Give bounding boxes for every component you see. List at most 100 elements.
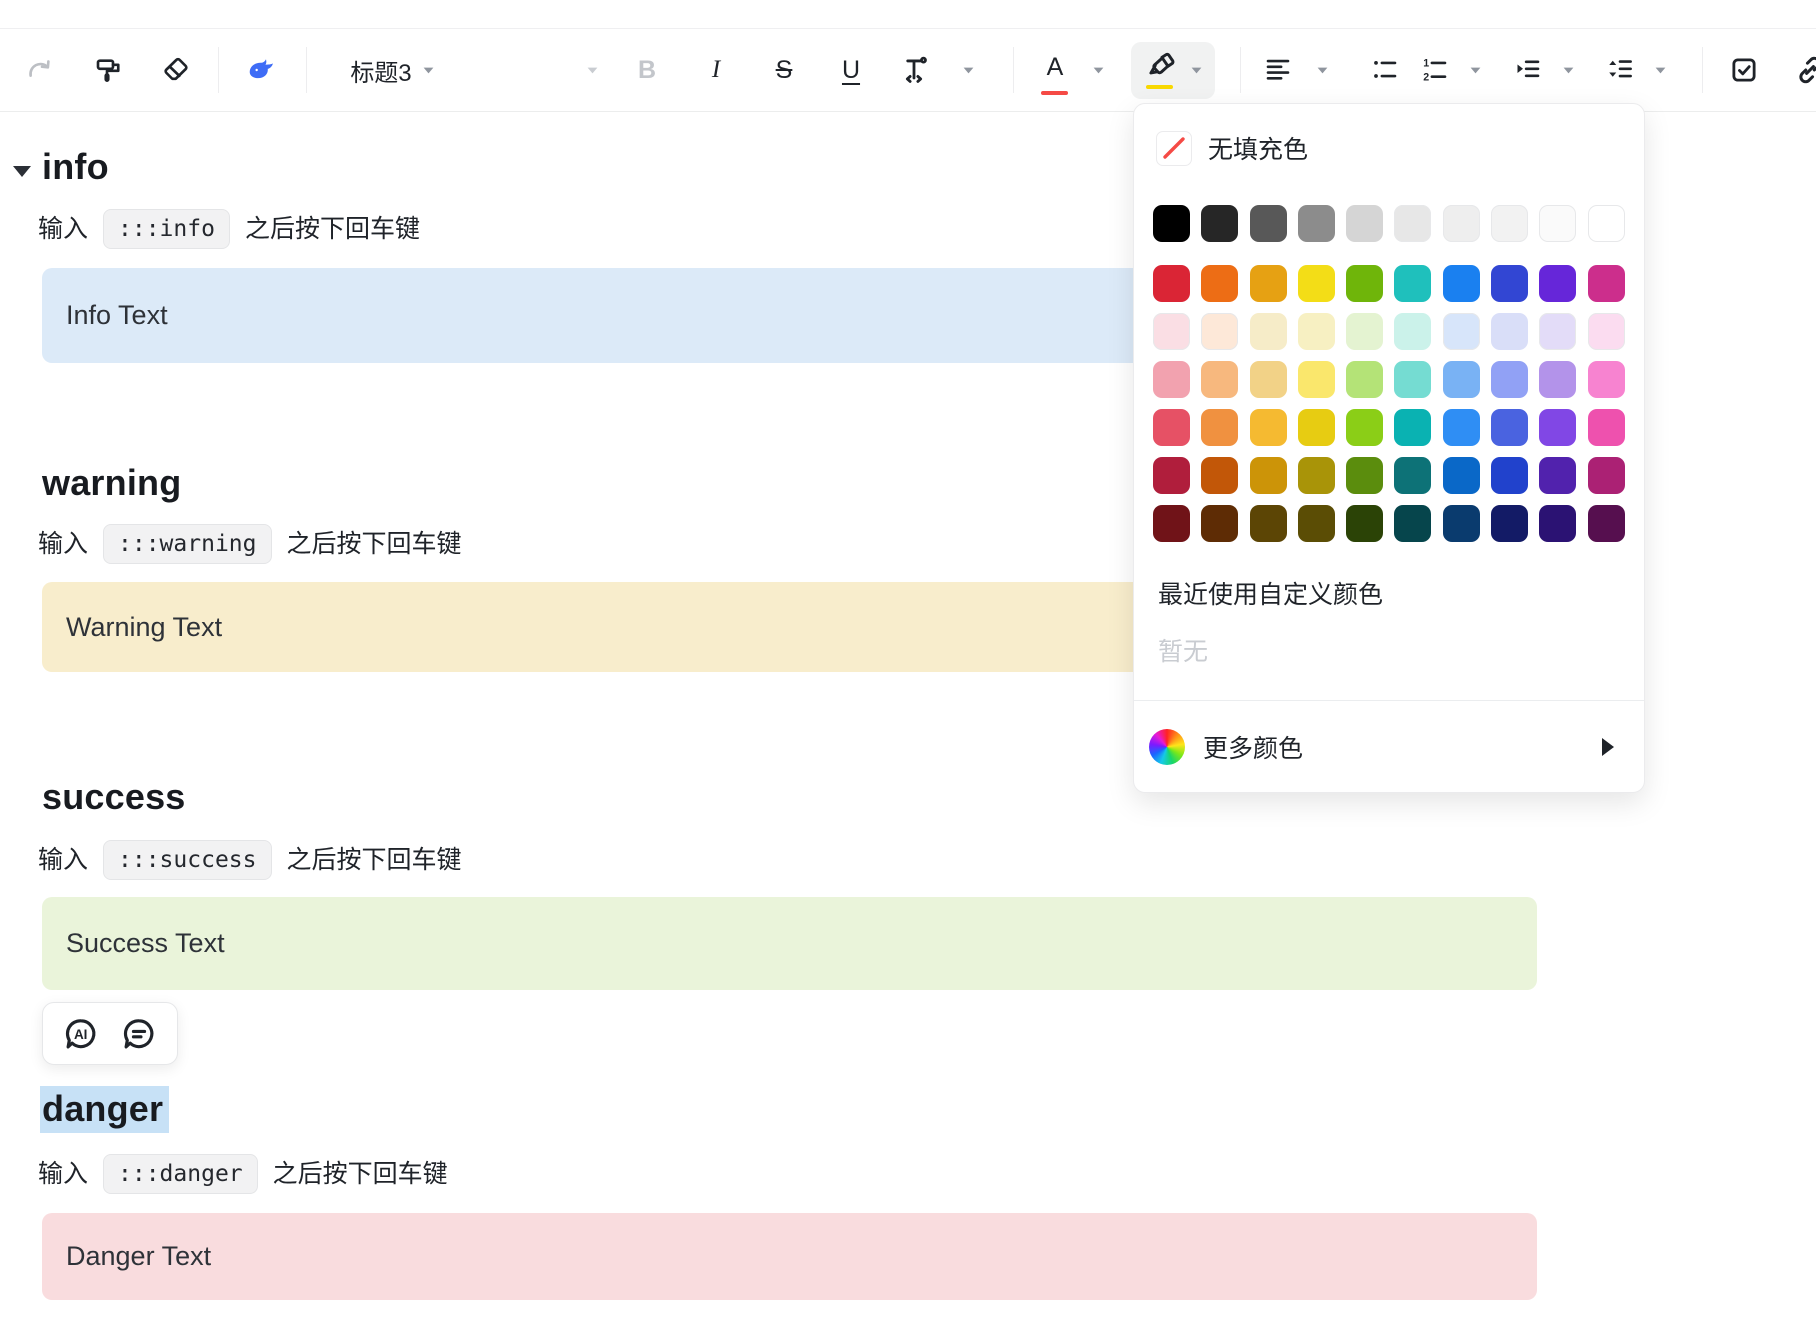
- color-swatch[interactable]: [1442, 505, 1480, 542]
- color-swatch[interactable]: [1491, 409, 1529, 446]
- link-button[interactable]: [1790, 40, 1816, 100]
- color-swatch[interactable]: [1201, 505, 1239, 542]
- color-swatch[interactable]: [1442, 409, 1480, 446]
- clear-format-button[interactable]: [156, 40, 196, 100]
- font-size-dropdown[interactable]: [572, 40, 612, 100]
- color-swatch[interactable]: [1442, 313, 1480, 350]
- color-swatch[interactable]: [1297, 361, 1335, 398]
- color-swatch[interactable]: [1297, 205, 1335, 242]
- color-swatch[interactable]: [1539, 361, 1577, 398]
- color-swatch[interactable]: [1539, 265, 1577, 302]
- bullet-list-button[interactable]: [1365, 40, 1405, 100]
- color-swatch[interactable]: [1587, 313, 1625, 350]
- color-swatch[interactable]: [1394, 205, 1432, 242]
- no-fill-option[interactable]: 无填充色: [1156, 130, 1308, 166]
- color-swatch[interactable]: [1201, 361, 1239, 398]
- color-swatch[interactable]: [1442, 361, 1480, 398]
- color-swatch[interactable]: [1249, 265, 1287, 302]
- color-swatch[interactable]: [1539, 409, 1577, 446]
- success-callout[interactable]: Success Text: [42, 897, 1537, 990]
- color-swatch[interactable]: [1394, 457, 1432, 494]
- color-swatch[interactable]: [1539, 313, 1577, 350]
- color-swatch[interactable]: [1297, 409, 1335, 446]
- color-swatch[interactable]: [1249, 361, 1287, 398]
- underline-button[interactable]: U: [831, 40, 871, 100]
- numbered-list-dropdown[interactable]: [1455, 40, 1495, 100]
- color-swatch[interactable]: [1491, 457, 1529, 494]
- color-swatch[interactable]: [1587, 265, 1625, 302]
- color-swatch[interactable]: [1587, 205, 1625, 242]
- color-swatch[interactable]: [1201, 409, 1239, 446]
- ai-action-button[interactable]: AI: [61, 1014, 101, 1054]
- indent-button[interactable]: [1508, 40, 1548, 100]
- text-size-dropdown[interactable]: [948, 40, 988, 100]
- font-color-dropdown[interactable]: [1078, 40, 1118, 100]
- color-swatch[interactable]: [1297, 265, 1335, 302]
- color-swatch[interactable]: [1153, 457, 1190, 494]
- color-swatch[interactable]: [1491, 265, 1529, 302]
- more-colors-button[interactable]: 更多颜色: [1134, 701, 1644, 793]
- color-swatch[interactable]: [1249, 457, 1287, 494]
- line-spacing-button[interactable]: [1600, 40, 1640, 100]
- color-swatch[interactable]: [1442, 265, 1480, 302]
- danger-callout[interactable]: Danger Text: [42, 1213, 1537, 1300]
- collapse-toggle-icon[interactable]: [13, 166, 31, 177]
- color-swatch[interactable]: [1394, 409, 1432, 446]
- color-swatch[interactable]: [1491, 505, 1529, 542]
- color-swatch[interactable]: [1249, 409, 1287, 446]
- color-swatch[interactable]: [1587, 505, 1625, 542]
- color-swatch[interactable]: [1587, 361, 1625, 398]
- color-swatch[interactable]: [1394, 313, 1432, 350]
- color-swatch[interactable]: [1346, 505, 1384, 542]
- color-swatch[interactable]: [1201, 313, 1239, 350]
- color-swatch[interactable]: [1297, 457, 1335, 494]
- font-color-button[interactable]: A: [1035, 40, 1075, 100]
- color-swatch[interactable]: [1491, 361, 1529, 398]
- color-swatch[interactable]: [1153, 313, 1190, 350]
- color-swatch[interactable]: [1394, 265, 1432, 302]
- color-swatch[interactable]: [1539, 457, 1577, 494]
- color-swatch[interactable]: [1587, 457, 1625, 494]
- color-swatch[interactable]: [1442, 457, 1480, 494]
- color-swatch[interactable]: [1346, 205, 1384, 242]
- color-swatch[interactable]: [1201, 205, 1239, 242]
- color-swatch[interactable]: [1587, 409, 1625, 446]
- task-list-button[interactable]: [1724, 40, 1764, 100]
- color-swatch[interactable]: [1346, 409, 1384, 446]
- color-swatch[interactable]: [1153, 505, 1190, 542]
- bold-button[interactable]: B: [627, 40, 667, 100]
- ai-assistant-button[interactable]: [242, 40, 282, 100]
- color-swatch[interactable]: [1201, 457, 1239, 494]
- color-swatch[interactable]: [1249, 313, 1287, 350]
- color-swatch[interactable]: [1153, 361, 1190, 398]
- color-swatch[interactable]: [1249, 205, 1287, 242]
- color-swatch[interactable]: [1346, 313, 1384, 350]
- color-swatch[interactable]: [1297, 505, 1335, 542]
- align-dropdown[interactable]: [1302, 40, 1342, 100]
- color-swatch[interactable]: [1394, 505, 1432, 542]
- redo-button[interactable]: [20, 40, 60, 100]
- italic-button[interactable]: I: [696, 40, 736, 100]
- color-swatch[interactable]: [1153, 265, 1190, 302]
- comment-button[interactable]: [119, 1014, 159, 1054]
- color-swatch[interactable]: [1249, 505, 1287, 542]
- color-swatch[interactable]: [1539, 505, 1577, 542]
- color-swatch[interactable]: [1394, 361, 1432, 398]
- line-spacing-dropdown[interactable]: [1640, 40, 1680, 100]
- numbered-list-button[interactable]: 1 2: [1415, 40, 1455, 100]
- color-swatch[interactable]: [1491, 205, 1529, 242]
- strikethrough-button[interactable]: S: [764, 40, 804, 100]
- color-swatch[interactable]: [1153, 205, 1190, 242]
- color-swatch[interactable]: [1346, 361, 1384, 398]
- align-button[interactable]: [1258, 40, 1298, 100]
- indent-dropdown[interactable]: [1548, 40, 1588, 100]
- format-painter-button[interactable]: [88, 40, 128, 100]
- text-size-adjust-button[interactable]: [896, 40, 936, 100]
- color-swatch[interactable]: [1442, 205, 1480, 242]
- color-swatch[interactable]: [1346, 265, 1384, 302]
- highlight-color-button[interactable]: [1131, 42, 1215, 99]
- color-swatch[interactable]: [1297, 313, 1335, 350]
- color-swatch[interactable]: [1201, 265, 1239, 302]
- heading-style-dropdown[interactable]: 标题3: [325, 40, 460, 100]
- color-swatch[interactable]: [1346, 457, 1384, 494]
